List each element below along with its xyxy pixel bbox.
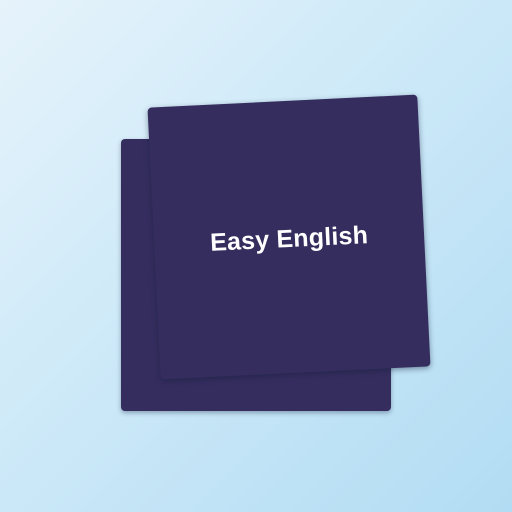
app-title: Easy English: [209, 220, 369, 257]
front-card: Easy English: [147, 94, 431, 380]
